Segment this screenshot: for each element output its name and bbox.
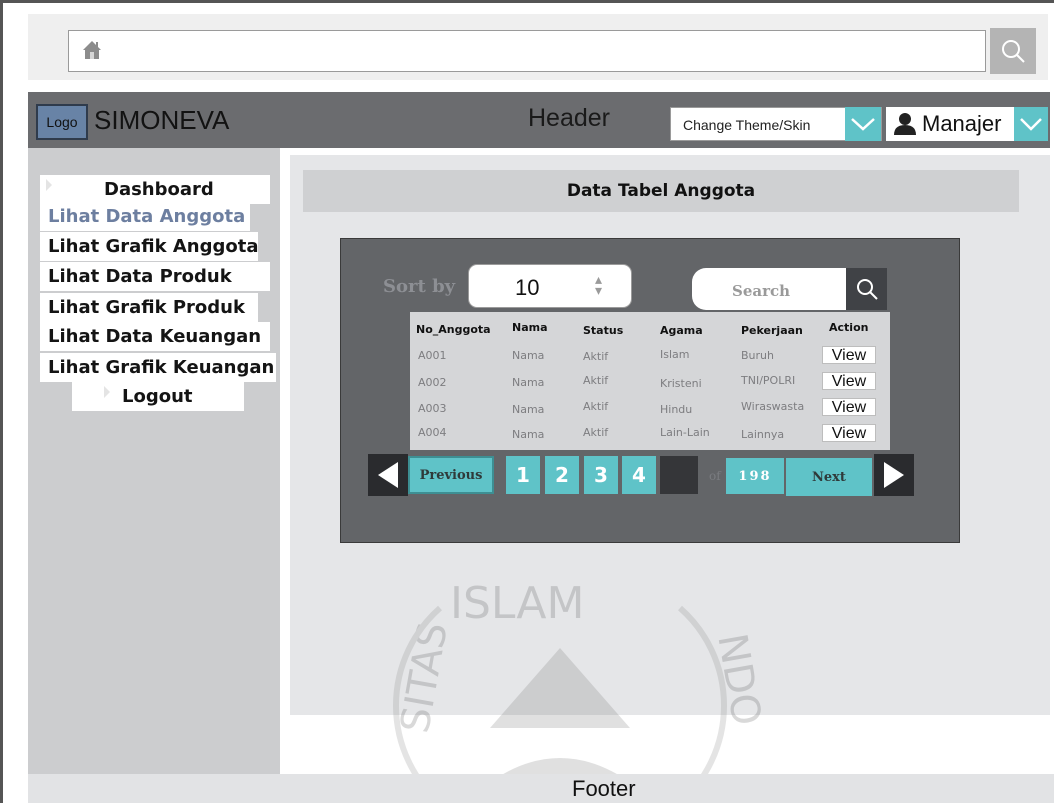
table-cell: Hindu — [660, 403, 693, 416]
sort-by-label: Sort by — [383, 276, 456, 297]
url-input[interactable] — [68, 30, 986, 72]
triangle-right-icon — [884, 462, 904, 488]
theme-dropdown-chevron[interactable] — [845, 107, 881, 141]
table-cell: Lain-Lain — [660, 426, 710, 439]
previous-button[interactable]: Previous — [408, 456, 494, 494]
table-cell: Nama — [512, 349, 545, 362]
column-header: Nama — [512, 321, 548, 334]
page-button-1[interactable]: 1 — [506, 456, 540, 494]
address-bar-area — [28, 14, 1048, 80]
table-cell: A001 — [418, 349, 447, 362]
sidebar-item-lihat-data-produk[interactable]: Lihat Data Produk — [40, 262, 270, 291]
sort-select[interactable]: 10 ▴ ▾ — [468, 264, 632, 308]
sidebar-item-label: Lihat Grafik Anggota — [48, 236, 259, 257]
footer: Footer — [28, 774, 1054, 803]
sidebar-item-lihat-data-anggota[interactable]: Lihat Data Anggota — [40, 202, 250, 231]
sidebar-item-lihat-data-keuangan[interactable]: Lihat Data Keuangan — [40, 322, 270, 351]
table-cell: Nama — [512, 428, 545, 441]
table-cell: Wiraswasta — [741, 400, 805, 413]
table-cell: TNI/POLRI — [741, 374, 796, 387]
table-cell: Islam — [660, 348, 690, 361]
sidebar-item-label: Lihat Data Keuangan — [48, 326, 262, 347]
table-cell: Aktif — [583, 350, 609, 363]
sidebar-item-label: Lihat Data Anggota — [48, 206, 246, 227]
column-header: No_Anggota — [416, 323, 491, 336]
next-arrow-button[interactable] — [874, 454, 914, 496]
table-cell: A004 — [418, 426, 447, 439]
sidebar-item-logout[interactable]: Logout — [72, 382, 244, 411]
sidebar-item-dashboard[interactable]: Dashboard — [40, 175, 270, 204]
sidebar-item-lihat-grafik-keuangan[interactable]: Lihat Grafik Keuangan — [40, 353, 276, 382]
triangle-left-icon — [378, 462, 398, 488]
page-button-3[interactable]: 3 — [584, 456, 618, 494]
prev-arrow-button[interactable] — [368, 454, 408, 496]
header-bar: Logo SIMONEVA Header Change Theme/Skin M… — [28, 92, 1050, 148]
view-button[interactable]: View — [822, 398, 876, 416]
column-header: Status — [583, 324, 624, 337]
sidebar-item-label: Lihat Grafik Produk — [48, 297, 245, 318]
total-pages: 198 — [726, 458, 784, 494]
footer-label: Footer — [572, 776, 636, 801]
theme-select[interactable]: Change Theme/Skin — [670, 107, 882, 141]
chevron-down-icon — [1020, 118, 1042, 131]
sidebar-item-label: Dashboard — [104, 179, 214, 200]
user-dropdown-chevron[interactable] — [1014, 107, 1048, 141]
header-title: Header — [528, 104, 610, 132]
next-button[interactable]: Next — [786, 458, 872, 496]
arrow-icon — [46, 179, 52, 191]
user-name: Manajer — [922, 111, 1002, 136]
logo[interactable]: Logo — [36, 104, 88, 140]
view-button[interactable]: View — [822, 424, 876, 442]
view-button[interactable]: View — [822, 372, 876, 390]
table-cell: Buruh — [741, 349, 774, 362]
sidebar-item-label: Lihat Data Produk — [48, 266, 232, 287]
app-name: SIMONEVA — [94, 105, 230, 135]
theme-select-label: Change Theme/Skin — [683, 117, 811, 133]
chevron-down-icon — [851, 118, 875, 131]
column-header: Agama — [660, 324, 703, 337]
column-header: Pekerjaan — [741, 324, 803, 337]
user-icon — [894, 113, 916, 135]
page-number-input[interactable] — [660, 456, 698, 494]
table-cell: Nama — [512, 376, 545, 389]
sidebar-item-label: Logout — [122, 386, 193, 407]
column-header: Action — [829, 321, 869, 334]
sidebar-item-label: Lihat Grafik Keuangan — [48, 357, 275, 378]
page-button-2[interactable]: 2 — [545, 456, 579, 494]
view-button[interactable]: View — [822, 346, 876, 364]
sidebar-item-lihat-grafik-produk[interactable]: Lihat Grafik Produk — [40, 293, 258, 322]
table-cell: Aktif — [583, 400, 609, 413]
sort-value: 10 — [515, 275, 540, 300]
user-menu[interactable]: Manajer — [886, 107, 1048, 141]
table-cell: A002 — [418, 376, 447, 389]
magnifier-icon — [856, 279, 878, 300]
magnifier-icon — [1002, 40, 1025, 63]
page-title: Data Tabel Anggota — [303, 170, 1019, 212]
page-button-4[interactable]: 4 — [622, 456, 656, 494]
arrow-icon — [104, 386, 110, 398]
url-search-button[interactable] — [990, 28, 1036, 74]
search-placeholder: Search — [732, 282, 791, 300]
sidebar-item-lihat-grafik-anggota[interactable]: Lihat Grafik Anggota — [40, 232, 258, 261]
home-icon[interactable] — [81, 39, 103, 61]
table-cell: A003 — [418, 402, 447, 415]
of-label: of — [709, 469, 721, 483]
table-cell: Nama — [512, 403, 545, 416]
table-cell: Kristeni — [660, 377, 702, 390]
table-cell: Aktif — [583, 426, 609, 439]
search-button[interactable] — [846, 268, 887, 310]
table-cell: Aktif — [583, 374, 609, 387]
updown-arrows-icon: ▴ ▾ — [595, 272, 603, 299]
table-cell: Lainnya — [741, 428, 785, 441]
